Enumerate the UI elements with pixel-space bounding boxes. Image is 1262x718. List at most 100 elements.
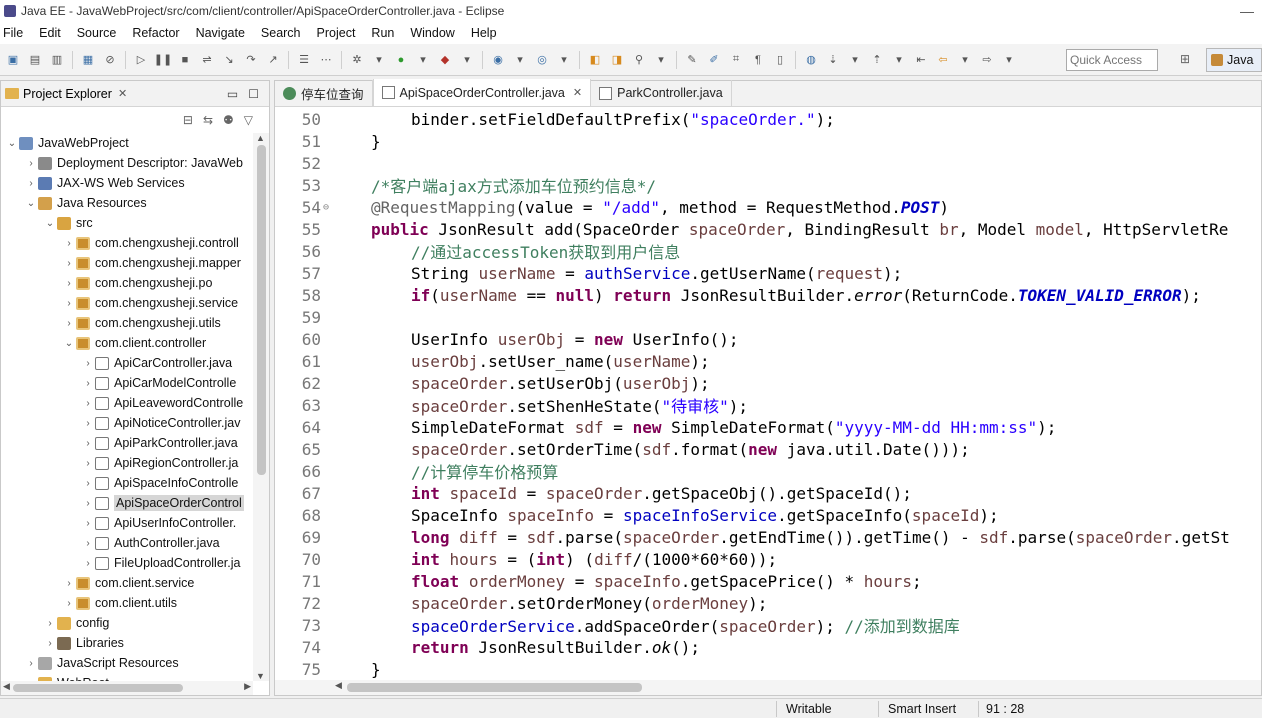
drop-to-frame-icon[interactable]: ☰ [295, 51, 313, 69]
tree-item[interactable]: ⌄ Java Resources [1, 193, 253, 213]
chevron-right-icon[interactable]: › [81, 498, 95, 509]
close-tab-icon[interactable]: ✕ [573, 86, 582, 99]
previous-annotation-icon[interactable]: ⇡ [868, 51, 886, 69]
view-menu-icon[interactable]: ▽ [244, 113, 253, 127]
chevron-down-icon[interactable]: ⌄ [62, 338, 76, 349]
open-perspective-icon[interactable]: ⊞ [1180, 52, 1196, 68]
toggle-mark-occurrences-icon[interactable]: ✎ [683, 51, 701, 69]
code-line[interactable]: 63 spaceOrder.setShenHeState("待审核"); [275, 394, 1261, 417]
code-line[interactable]: 64 SimpleDateFormat sdf = new SimpleDateF… [275, 416, 1261, 438]
menu-item-navigate[interactable]: Navigate [188, 26, 253, 40]
search-icon[interactable]: ⚲ [630, 51, 648, 69]
scroll-right-icon[interactable]: ▶ [244, 681, 251, 692]
tree-item[interactable]: › com.chengxusheji.controll [1, 233, 253, 253]
scroll-left-icon[interactable]: ◀ [3, 681, 10, 692]
code-line[interactable]: 59 [275, 306, 1261, 328]
new-java-project-icon[interactable]: ◉ [489, 51, 507, 69]
scroll-up-icon[interactable]: ▲ [256, 133, 265, 143]
chevron-right-icon[interactable]: › [24, 158, 38, 169]
focus-icon[interactable]: ⚉ [223, 113, 234, 127]
code-line[interactable]: 66 //计算停车价格预算 [275, 460, 1261, 483]
maximize-view-icon[interactable]: ☐ [248, 87, 259, 101]
code-area[interactable]: 50 binder.setFieldDefaultPrefix("spaceOrd… [275, 108, 1261, 680]
code-line[interactable]: 61 userObj.setUser_name(userName); [275, 350, 1261, 372]
new-class-dropdown-icon[interactable]: ▾ [555, 51, 573, 69]
minimize-button[interactable]: — [1232, 3, 1262, 19]
tree-item[interactable]: ⌄ com.client.controller [1, 333, 253, 353]
chevron-right-icon[interactable]: › [62, 598, 76, 609]
menu-item-project[interactable]: Project [309, 26, 364, 40]
code-line[interactable]: 73 spaceOrderService.addSpaceOrder(spaceO… [275, 614, 1261, 637]
scrollbar-thumb[interactable] [347, 683, 642, 692]
skip-breakpoints-icon[interactable]: ⊘ [101, 51, 119, 69]
previous-annotation-dropdown-icon[interactable]: ▾ [890, 51, 908, 69]
back-icon[interactable]: ⇦ [934, 51, 952, 69]
chevron-down-icon[interactable]: ⌄ [43, 218, 57, 229]
new-java-project-dropdown-icon[interactable]: ▾ [511, 51, 529, 69]
console-icon[interactable]: ▦ [79, 51, 97, 69]
chevron-right-icon[interactable]: › [43, 618, 57, 629]
chevron-right-icon[interactable]: › [62, 238, 76, 249]
chevron-right-icon[interactable]: › [81, 458, 95, 469]
save-all-icon[interactable]: ▥ [48, 51, 66, 69]
editor-horizontal-scrollbar[interactable]: ◀ [275, 680, 1261, 695]
next-annotation-dropdown-icon[interactable]: ▾ [846, 51, 864, 69]
tree-item[interactable]: › ApiUserInfoController. [1, 513, 253, 533]
project-explorer-tab[interactable]: Project Explorer ✕ ▭ ☐ [1, 81, 269, 107]
chevron-right-icon[interactable]: › [81, 398, 95, 409]
code-line[interactable]: 54 ⊖ @RequestMapping(value = "/add", metho… [275, 196, 1261, 218]
new-icon[interactable]: ▣ [4, 51, 22, 69]
use-step-filters-icon[interactable]: ⋯ [317, 51, 335, 69]
link-with-editor-icon[interactable]: ⇆ [203, 113, 213, 127]
chevron-right-icon[interactable]: › [62, 298, 76, 309]
server-icon[interactable]: ✲ [348, 51, 366, 69]
step-over-icon[interactable]: ↷ [242, 51, 260, 69]
menu-item-search[interactable]: Search [253, 26, 309, 40]
menu-item-file[interactable]: File [0, 26, 31, 40]
code-line[interactable]: 72 spaceOrder.setOrderMoney(orderMoney); [275, 592, 1261, 614]
code-line[interactable]: 57 String userName = authService.getUserN… [275, 262, 1261, 284]
tree-item[interactable]: › config [1, 613, 253, 633]
tree-item[interactable]: › ApiSpaceInfoControlle [1, 473, 253, 493]
run-icon[interactable]: ● [392, 51, 410, 69]
back-dropdown-icon[interactable]: ▾ [956, 51, 974, 69]
chevron-right-icon[interactable]: › [81, 418, 95, 429]
code-line[interactable]: 68 SpaceInfo spaceInfo = spaceInfoService… [275, 504, 1261, 526]
show-source-icon[interactable]: ▯ [771, 51, 789, 69]
code-line[interactable]: 52 [275, 152, 1261, 174]
forward-dropdown-icon[interactable]: ▾ [1000, 51, 1018, 69]
search-dropdown-icon[interactable]: ▾ [652, 51, 670, 69]
tree-item[interactable]: ⌄ JavaWebProject [1, 133, 253, 153]
tree-item[interactable]: › ApiSpaceOrderControl [1, 493, 253, 513]
chevron-down-icon[interactable]: ⌄ [5, 138, 19, 149]
chevron-right-icon[interactable]: › [81, 438, 95, 449]
tree-item[interactable]: › ApiParkController.java [1, 433, 253, 453]
tree-item[interactable]: › com.chengxusheji.po [1, 273, 253, 293]
menu-item-source[interactable]: Source [69, 26, 125, 40]
chevron-right-icon[interactable]: › [81, 478, 95, 489]
chevron-right-icon[interactable]: › [24, 178, 38, 189]
suspend-icon[interactable]: ❚❚ [154, 51, 172, 69]
code-line[interactable]: 62 spaceOrder.setUserObj(userObj); [275, 372, 1261, 394]
minimize-view-icon[interactable]: ▭ [227, 87, 238, 101]
code-line[interactable]: 74 return JsonResultBuilder.ok(); [275, 636, 1261, 658]
chevron-right-icon[interactable]: › [81, 538, 95, 549]
chevron-down-icon[interactable]: ⌄ [24, 198, 38, 209]
code-line[interactable]: 58 if(userName == null) return JsonResult… [275, 284, 1261, 306]
server-dropdown-icon[interactable]: ▾ [370, 51, 388, 69]
web-browser-icon[interactable]: ◍ [802, 51, 820, 69]
tree-item[interactable]: › FileUploadController.ja [1, 553, 253, 573]
quick-access-input[interactable] [1066, 49, 1158, 71]
chevron-right-icon[interactable]: › [24, 658, 38, 669]
tree-item[interactable]: › Deployment Descriptor: JavaWeb [1, 153, 253, 173]
code-line[interactable]: 60 UserInfo userObj = new UserInfo(); [275, 328, 1261, 350]
java-perspective-button[interactable]: Java [1206, 48, 1262, 72]
editor-tab[interactable]: ApiSpaceOrderController.java ✕ [372, 79, 592, 106]
code-line[interactable]: 51} [275, 130, 1261, 152]
external-tools-icon[interactable]: ◆ [436, 51, 454, 69]
tree-item[interactable]: › Libraries [1, 633, 253, 653]
chevron-right-icon[interactable]: › [62, 258, 76, 269]
tree-item[interactable]: › ApiRegionController.ja [1, 453, 253, 473]
tree-item[interactable]: › ApiCarModelControlle [1, 373, 253, 393]
editor-tab[interactable]: ParkController.java [591, 80, 732, 106]
